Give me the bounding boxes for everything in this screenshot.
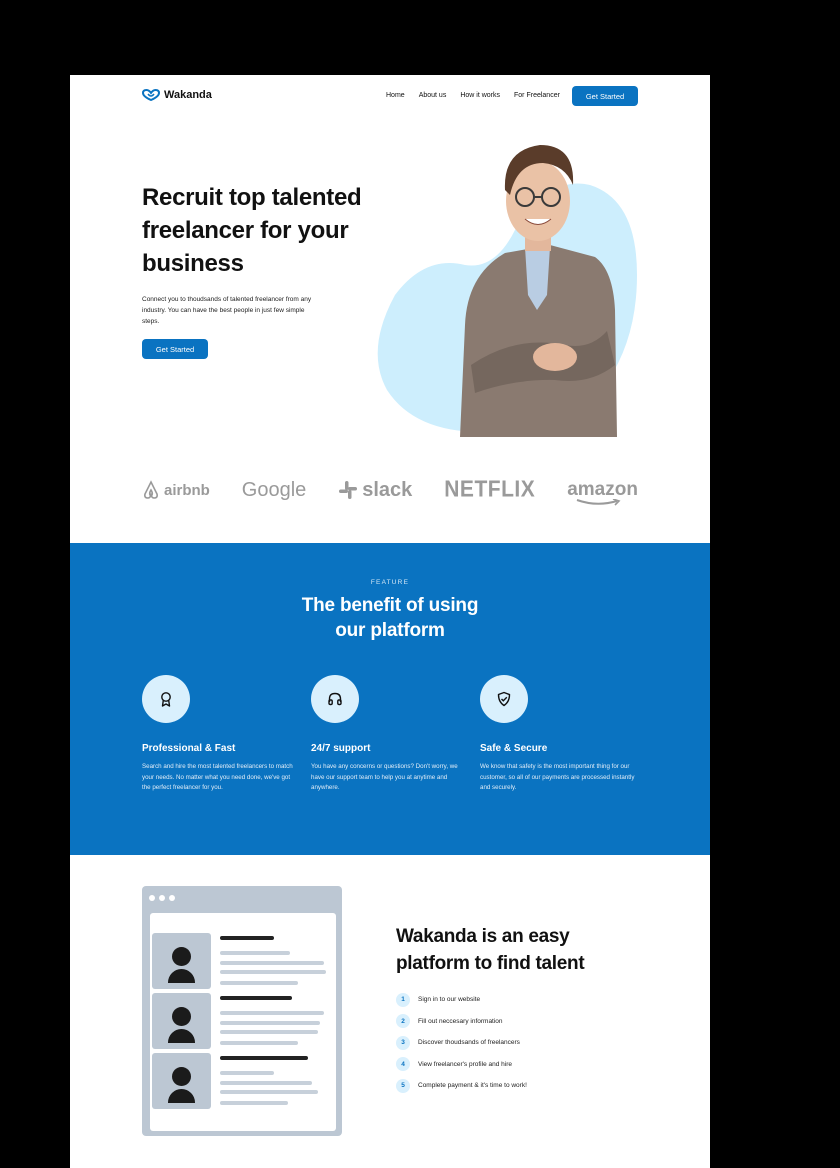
step-item: 1 Sign in to our website	[396, 989, 527, 1011]
feature-card-professional: Professional & Fast Search and hire the …	[142, 675, 302, 794]
card-text: We know that safety is the most importan…	[480, 763, 635, 791]
partner-logos: airbnb Google slack NETFLIX amazon	[142, 475, 638, 506]
step-number: 3	[396, 1035, 410, 1050]
avatar	[152, 1053, 211, 1109]
top-nav: Wakanda Home About us How it works For F…	[70, 75, 710, 117]
profile-card	[152, 1053, 334, 1109]
partner-netflix-label: NETFLIX	[444, 476, 536, 503]
person-hand	[533, 343, 577, 371]
step-number: 2	[396, 1014, 410, 1029]
nav-link-home[interactable]: Home	[386, 92, 405, 99]
partner-airbnb-label: airbnb	[164, 481, 210, 499]
nav-link-for-freelancer[interactable]: For Freelancer	[514, 92, 560, 99]
partner-google-label: Google	[241, 478, 307, 501]
brand-name: Wakanda	[164, 89, 212, 101]
card-title: Professional & Fast	[142, 743, 236, 754]
step-number: 5	[396, 1078, 410, 1093]
card-title: 24/7 support	[311, 743, 371, 754]
card-text: You have any concerns or questions? Don'…	[311, 763, 458, 791]
feature-card-support: 24/7 support You have any concerns or qu…	[311, 675, 471, 794]
step-text: Fill out neccesary information	[418, 1017, 503, 1025]
partner-google: Google	[242, 479, 307, 502]
step-text: View freelancer's profile and hire	[418, 1060, 512, 1068]
hero-illustration	[377, 145, 637, 437]
wakanda-logo-icon	[142, 89, 160, 101]
nav-links: Home About us How it works For Freelance…	[386, 92, 574, 99]
step-number: 1	[396, 992, 410, 1007]
partner-amazon-label: amazon	[567, 479, 638, 500]
partner-netflix: NETFLIX	[444, 477, 535, 503]
step-text: Discover thoudsands of freelancers	[418, 1039, 520, 1047]
feature-card-secure: Safe & Secure We know that safety is the…	[480, 675, 640, 794]
avatar	[152, 933, 211, 989]
feature-title: The benefit of using our platform	[70, 593, 710, 643]
hero-title: Recruit top talented freelancer for your…	[142, 184, 362, 277]
hero-get-started-button[interactable]: Get Started	[142, 339, 208, 359]
avatar	[152, 993, 211, 1049]
feature-section: FEATURE The benefit of using our platfor…	[70, 543, 710, 855]
steps-list: 1 Sign in to our website 2 Fill out necc…	[396, 989, 527, 1097]
feature-eyebrow: FEATURE	[370, 579, 410, 586]
nav-link-how-it-works[interactable]: How it works	[460, 92, 500, 99]
browser-content	[150, 913, 336, 1131]
headphones-icon	[328, 692, 342, 706]
award-icon	[161, 692, 171, 707]
step-text: Complete payment & it's time to work!	[418, 1082, 527, 1090]
step-text: Sign in to our website	[418, 996, 481, 1004]
amazon-smile-icon	[576, 499, 621, 506]
browser-mockup	[142, 886, 342, 1136]
how-title: Wakanda is an easy platform to find tale…	[396, 926, 585, 974]
landing-page: Wakanda Home About us How it works For F…	[70, 75, 710, 1168]
nav-get-started-button[interactable]: Get Started	[572, 86, 638, 106]
airbnb-icon	[144, 480, 158, 499]
feature-title-line1: The benefit of using	[301, 595, 479, 616]
step-item: 2 Fill out neccesary information	[396, 1011, 527, 1033]
card-icon-wrap	[142, 675, 190, 723]
step-item: 5 Complete payment & it's time to work!	[396, 1075, 527, 1097]
card-title: Safe & Secure	[480, 743, 548, 754]
brand-logo[interactable]: Wakanda	[142, 89, 212, 101]
partner-slack: slack	[338, 479, 412, 502]
card-icon-wrap	[311, 675, 359, 723]
partner-amazon: amazon	[567, 479, 638, 506]
hero-subtitle: Connect you to thoudsands of talented fr…	[142, 296, 312, 325]
step-number: 4	[396, 1057, 410, 1072]
slack-icon	[339, 481, 358, 499]
window-dots	[149, 895, 175, 901]
step-item: 3 Discover thoudsands of freelancers	[396, 1032, 527, 1054]
card-icon-wrap	[480, 675, 528, 723]
partner-slack-label: slack	[362, 478, 413, 501]
profile-card	[152, 993, 334, 1049]
shield-check-icon	[497, 691, 511, 707]
nav-link-about[interactable]: About us	[419, 92, 447, 99]
card-text: Search and hire the most talented freela…	[142, 763, 293, 791]
step-item: 4 View freelancer's profile and hire	[396, 1054, 527, 1076]
partner-airbnb: airbnb	[142, 480, 210, 500]
profile-card	[152, 933, 334, 989]
feature-title-line2: our platform	[335, 620, 445, 641]
